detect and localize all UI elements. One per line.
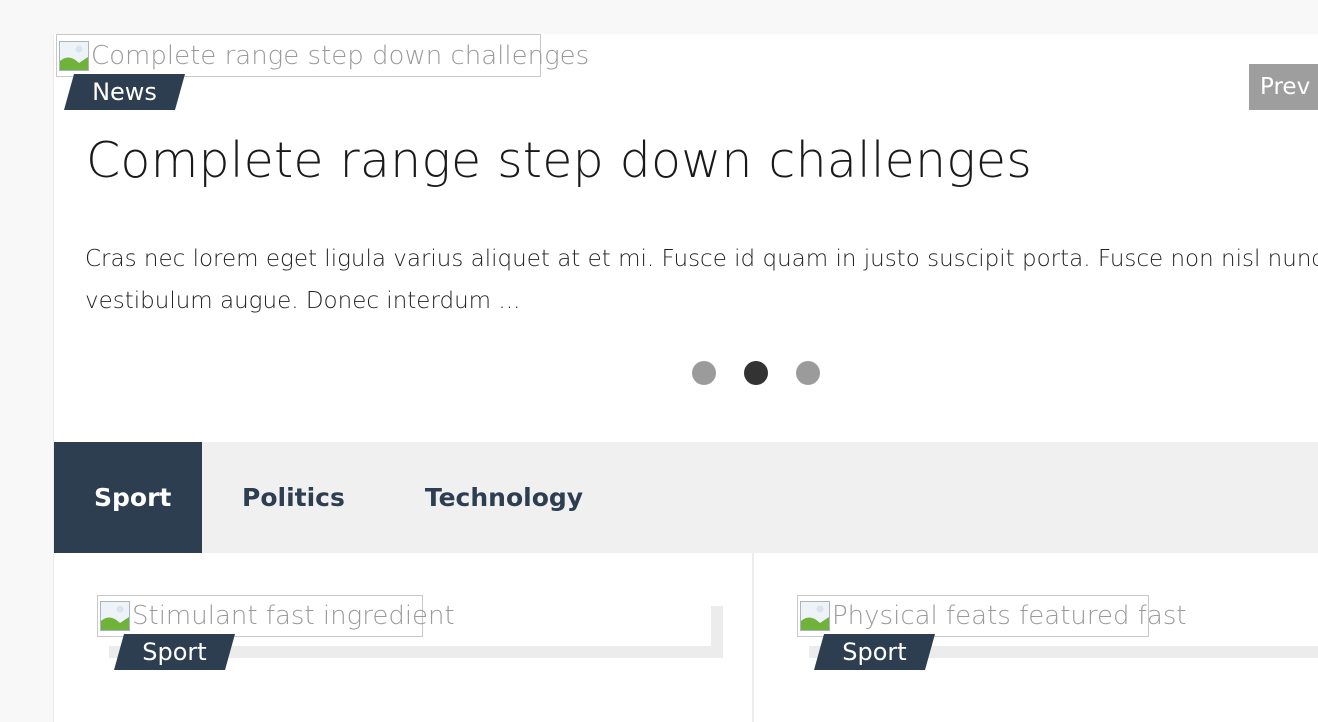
hero-excerpt: Cras nec lorem eget ligula varius alique… (85, 238, 1318, 322)
hero-excerpt-line-2: vestibulum augue. Donec interdum ... (85, 288, 521, 314)
card-1-category-tag[interactable]: Sport (114, 634, 235, 670)
broken-image-icon (98, 599, 132, 633)
broken-image-icon (57, 39, 91, 73)
prev-button[interactable]: Prev (1249, 64, 1318, 110)
card-2-category-tag[interactable]: Sport (814, 634, 935, 670)
page-content: Complete range step down challenges News… (53, 34, 1318, 722)
tab-politics[interactable]: Politics (202, 442, 385, 553)
tab-technology[interactable]: Technology (385, 442, 623, 553)
tab-sport[interactable]: Sport (54, 442, 202, 553)
slider-dot-2[interactable] (744, 361, 768, 385)
hero-image-alt: Complete range step down challenges (91, 40, 590, 71)
category-tabs: Sport Politics Technology (54, 442, 1318, 553)
card-2-image-alt: Physical feats featured fast (832, 601, 1187, 631)
hero-image[interactable]: Complete range step down challenges (56, 34, 589, 77)
broken-image-icon (798, 599, 832, 633)
card-divider (752, 553, 754, 722)
hero-excerpt-line-1: Cras nec lorem eget ligula varius alique… (85, 246, 1318, 272)
slider-dots (692, 361, 820, 385)
card-1-image-alt: Stimulant fast ingredient (132, 601, 455, 631)
slider-dot-1[interactable] (692, 361, 716, 385)
hero-category-tag[interactable]: News (64, 74, 185, 110)
hero-title[interactable]: Complete range step down challenges (86, 132, 1032, 189)
card-1-image[interactable]: Stimulant fast ingredient (97, 595, 455, 637)
card-2-image[interactable]: Physical feats featured fast (797, 595, 1187, 637)
slider-dot-3[interactable] (796, 361, 820, 385)
